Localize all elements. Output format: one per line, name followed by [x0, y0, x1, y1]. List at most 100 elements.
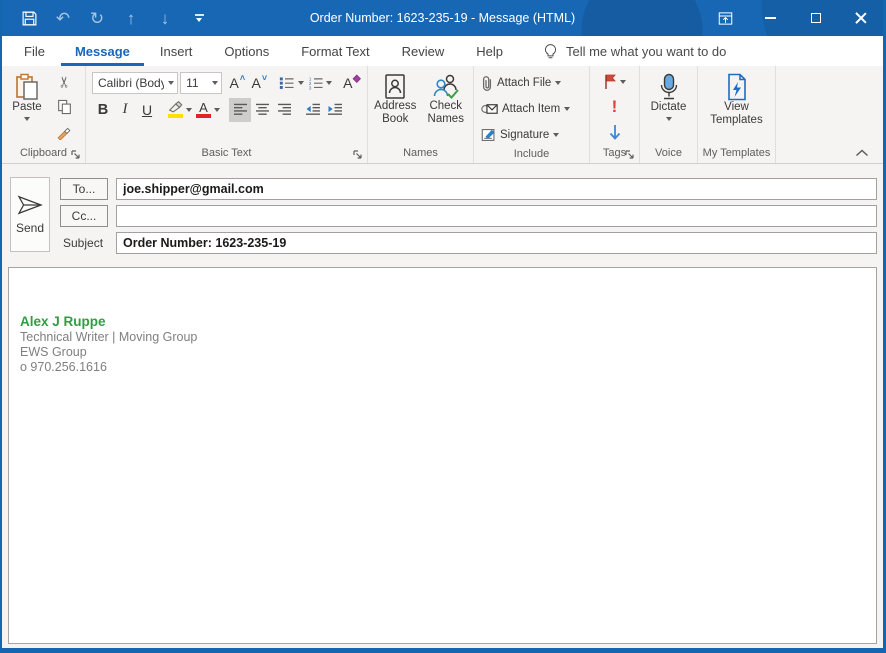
increase-indent-button[interactable]	[324, 98, 346, 122]
undo-icon[interactable]: ↶	[46, 0, 80, 36]
ribbon-group-tags: ! Tags	[590, 66, 640, 163]
tab-insert[interactable]: Insert	[144, 36, 209, 66]
follow-up-button[interactable]	[590, 70, 639, 94]
clipboard-dialog-launcher-icon[interactable]	[70, 149, 82, 161]
ribbon-group-names: Address Book Check Names Names	[368, 66, 474, 163]
align-left-icon	[233, 103, 248, 116]
cut-button[interactable]: ✂	[53, 71, 75, 93]
signature-name: Alex J Ruppe	[20, 314, 864, 330]
ribbon-group-voice: Dictate Voice	[640, 66, 698, 163]
tags-dialog-launcher-icon[interactable]	[624, 149, 636, 161]
attach-item-icon	[481, 102, 498, 116]
tab-review[interactable]: Review	[386, 36, 461, 66]
signature-phone: o 970.256.1616	[20, 360, 864, 375]
subject-input[interactable]	[116, 232, 877, 254]
bullets-button[interactable]	[277, 71, 305, 95]
tab-file[interactable]: File	[8, 36, 61, 66]
close-button[interactable]	[838, 0, 883, 36]
eraser-icon	[352, 74, 362, 84]
check-names-button[interactable]: Check Names	[422, 69, 471, 146]
move-up-icon[interactable]: ↑	[114, 0, 148, 36]
signature-icon	[481, 128, 496, 142]
envelope-header: Send To... Cc... Subject	[2, 164, 883, 264]
align-center-button[interactable]	[251, 98, 273, 122]
view-templates-button[interactable]: View Templates	[702, 69, 772, 146]
check-names-icon	[433, 73, 459, 100]
svg-text:3: 3	[309, 85, 312, 89]
collapse-ribbon-icon[interactable]	[855, 149, 869, 157]
lightbulb-icon	[543, 43, 558, 60]
ribbon-group-my-templates: View Templates My Templates	[698, 66, 776, 163]
tab-format-text[interactable]: Format Text	[285, 36, 385, 66]
font-name-combo[interactable]: Calibri (Body)	[92, 72, 178, 94]
quick-access-toolbar: ↶ ↻ ↑ ↓	[2, 0, 216, 36]
tab-options[interactable]: Options	[208, 36, 285, 66]
ribbon-display-options-icon[interactable]	[703, 0, 748, 36]
high-importance-button[interactable]: !	[590, 95, 639, 119]
format-painter-icon	[56, 124, 72, 140]
tab-message[interactable]: Message	[61, 36, 144, 66]
dictate-button[interactable]: Dictate	[643, 69, 694, 146]
scissors-icon: ✂	[55, 76, 73, 89]
message-body[interactable]: Alex J Ruppe Technical Writer | Moving G…	[8, 267, 877, 644]
signature-company: EWS Group	[20, 345, 864, 360]
underline-button[interactable]: U	[136, 98, 158, 122]
send-button[interactable]: Send	[10, 177, 50, 252]
decrease-indent-button[interactable]	[302, 98, 324, 122]
increase-indent-icon	[327, 103, 343, 116]
titlebar: ↶ ↻ ↑ ↓ Order Number: 1623-235-19 - Mess…	[2, 0, 883, 36]
grow-font-button[interactable]: A˄	[226, 71, 248, 95]
align-right-button[interactable]	[273, 98, 295, 122]
numbering-icon: 123	[308, 76, 323, 90]
paste-button[interactable]: Paste	[5, 69, 49, 146]
paste-icon	[14, 73, 40, 101]
ribbon-group-basic-text: Calibri (Body) 11 A˄ A˅	[86, 66, 368, 163]
basic-text-group-label: Basic Text	[86, 146, 367, 163]
low-importance-button[interactable]	[590, 120, 639, 144]
tell-me-label: Tell me what you want to do	[566, 44, 726, 59]
font-size-combo[interactable]: 11	[180, 72, 222, 94]
maximize-button[interactable]	[793, 0, 838, 36]
bullets-icon	[279, 76, 294, 90]
decrease-indent-icon	[305, 103, 321, 116]
to-button[interactable]: To...	[60, 178, 108, 200]
ribbon: Paste ✂	[2, 66, 883, 164]
highlighter-icon	[167, 101, 183, 113]
copy-button[interactable]	[53, 96, 75, 118]
voice-group-label: Voice	[640, 146, 697, 163]
clear-formatting-button[interactable]: A	[341, 71, 364, 95]
to-input[interactable]	[116, 178, 877, 200]
basic-text-dialog-launcher-icon[interactable]	[352, 149, 364, 161]
cc-input[interactable]	[116, 205, 877, 227]
cc-button[interactable]: Cc...	[60, 205, 108, 227]
tell-me-box[interactable]: Tell me what you want to do	[543, 36, 726, 66]
tab-help[interactable]: Help	[460, 36, 519, 66]
view-templates-icon	[725, 73, 749, 101]
ribbon-group-include: Attach File Attach Item	[474, 66, 590, 163]
address-book-button[interactable]: Address Book	[371, 69, 420, 146]
align-left-button[interactable]	[229, 98, 251, 122]
move-down-icon[interactable]: ↓	[148, 0, 182, 36]
customize-quick-access-toolbar-icon[interactable]	[182, 0, 216, 36]
font-color-button[interactable]: A	[194, 98, 222, 122]
shrink-font-button[interactable]: A˅	[248, 71, 270, 95]
save-icon[interactable]	[12, 0, 46, 36]
attach-item-button[interactable]: Attach Item	[477, 97, 574, 121]
italic-button[interactable]: I	[114, 98, 136, 122]
names-group-label: Names	[368, 146, 473, 163]
format-painter-button[interactable]	[53, 121, 75, 143]
window-controls	[703, 0, 883, 36]
bold-button[interactable]: B	[92, 98, 114, 122]
signature-button[interactable]: Signature	[477, 123, 574, 147]
high-importance-icon: !	[612, 97, 618, 117]
include-group-label: Include	[474, 147, 589, 164]
low-importance-icon	[609, 124, 621, 140]
align-right-icon	[277, 103, 292, 116]
ribbon-tab-row: File Message Insert Options Format Text …	[2, 36, 883, 66]
font-name-value: Calibri (Body)	[98, 76, 164, 90]
numbering-button[interactable]: 123	[306, 71, 334, 95]
redo-icon[interactable]: ↻	[80, 0, 114, 36]
minimize-button[interactable]	[748, 0, 793, 36]
attach-file-button[interactable]: Attach File	[477, 71, 574, 95]
text-highlight-button[interactable]	[165, 98, 194, 122]
